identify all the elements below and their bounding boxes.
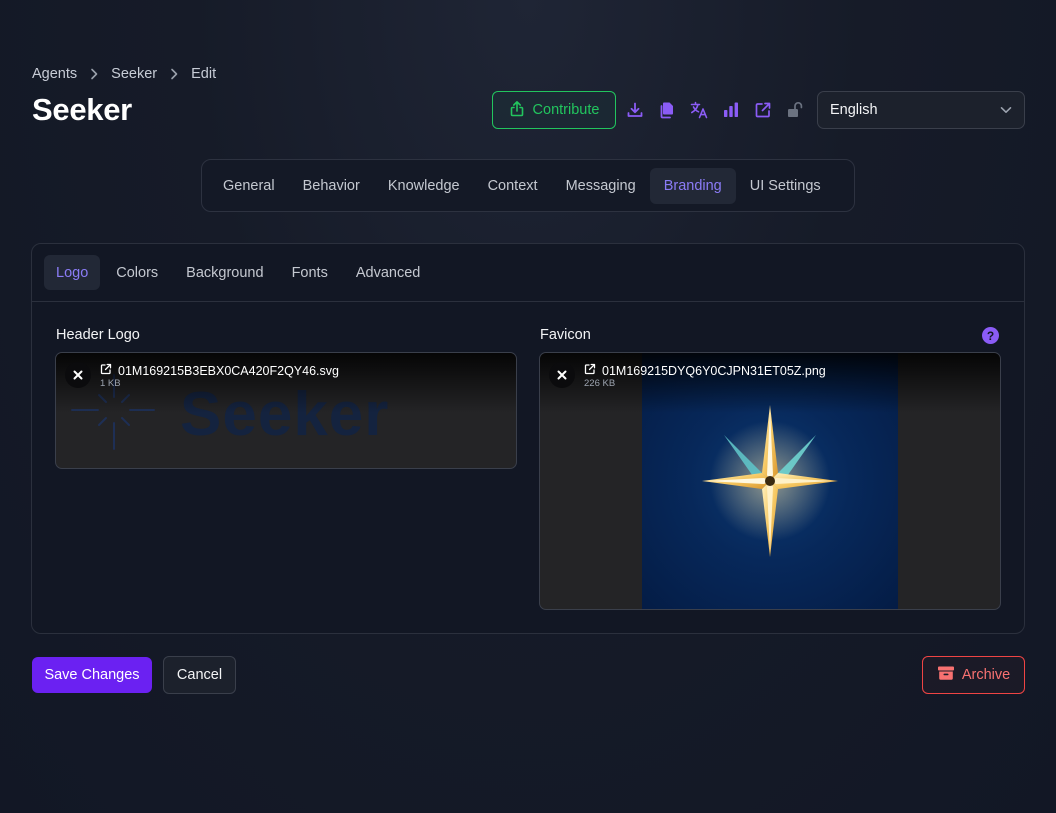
branding-sub-tabs: Logo Colors Background Fonts Advanced — [32, 244, 1024, 302]
breadcrumb-seeker[interactable]: Seeker — [111, 66, 157, 82]
subtab-background[interactable]: Background — [172, 255, 277, 290]
header-logo-upload[interactable]: Seeker 01M169215B3EBX0CA420F2QY46.svg 1 … — [55, 352, 517, 469]
remove-favicon-button[interactable] — [549, 362, 575, 388]
save-changes-button[interactable]: Save Changes — [32, 657, 152, 693]
chevron-down-icon — [1000, 102, 1012, 118]
breadcrumb: Agents Seeker Edit — [32, 66, 216, 82]
header-logo-file-name: 01M169215B3EBX0CA420F2QY46.svg — [118, 363, 339, 378]
external-link-icon — [100, 363, 112, 378]
contribute-button[interactable]: Contribute — [492, 91, 616, 129]
header-logo-file-link[interactable]: 01M169215B3EBX0CA420F2QY46.svg — [100, 363, 339, 378]
breadcrumb-agents[interactable]: Agents — [32, 66, 77, 82]
tab-context[interactable]: Context — [474, 168, 552, 204]
contribute-label: Contribute — [532, 102, 600, 118]
language-select[interactable]: English — [817, 91, 1025, 129]
favicon-file-link[interactable]: 01M169215DYQ6Y0CJPN31ET05Z.png — [584, 363, 826, 378]
tab-knowledge[interactable]: Knowledge — [374, 168, 474, 204]
tab-behavior[interactable]: Behavior — [289, 168, 374, 204]
share-upload-icon — [509, 100, 525, 121]
subtab-fonts[interactable]: Fonts — [278, 255, 342, 290]
close-icon — [73, 370, 83, 380]
subtab-advanced[interactable]: Advanced — [342, 255, 435, 290]
favicon-label: Favicon — [540, 327, 591, 343]
header-logo-file-size: 1 KB — [100, 378, 121, 389]
tab-messaging[interactable]: Messaging — [552, 168, 650, 204]
header-logo-label: Header Logo — [56, 327, 140, 343]
tab-general[interactable]: General — [209, 168, 289, 204]
breadcrumb-edit: Edit — [191, 66, 217, 82]
favicon-file-name: 01M169215DYQ6Y0CJPN31ET05Z.png — [602, 363, 826, 378]
archive-icon — [937, 665, 955, 685]
archive-button[interactable]: Archive — [922, 656, 1025, 694]
language-value: English — [830, 102, 878, 118]
cancel-button[interactable]: Cancel — [163, 656, 236, 694]
analytics-icon[interactable] — [715, 91, 747, 129]
external-link-icon — [584, 363, 596, 378]
toolbar: Contribute — [492, 91, 811, 129]
main-tabs: General Behavior Knowledge Context Messa… — [201, 159, 855, 212]
copy-icon[interactable] — [651, 91, 683, 129]
unlock-icon[interactable] — [779, 91, 811, 129]
page-title: Seeker — [32, 92, 132, 127]
subtab-logo[interactable]: Logo — [44, 255, 101, 290]
chevron-right-icon — [90, 68, 98, 80]
help-icon[interactable]: ? — [982, 327, 999, 344]
external-link-icon[interactable] — [747, 91, 779, 129]
favicon-upload[interactable]: 01M169215DYQ6Y0CJPN31ET05Z.png 226 KB — [539, 352, 1001, 610]
branding-card: Logo Colors Background Fonts Advanced He… — [31, 243, 1025, 634]
download-icon[interactable] — [619, 91, 651, 129]
favicon-file-size: 226 KB — [584, 378, 616, 389]
close-icon — [557, 370, 567, 380]
translate-icon[interactable] — [683, 91, 715, 129]
chevron-right-icon — [170, 68, 178, 80]
subtab-colors[interactable]: Colors — [102, 255, 172, 290]
tab-branding[interactable]: Branding — [649, 167, 736, 204]
tab-ui-settings[interactable]: UI Settings — [736, 168, 835, 204]
archive-label: Archive — [961, 667, 1011, 683]
remove-header-logo-button[interactable] — [65, 362, 91, 388]
